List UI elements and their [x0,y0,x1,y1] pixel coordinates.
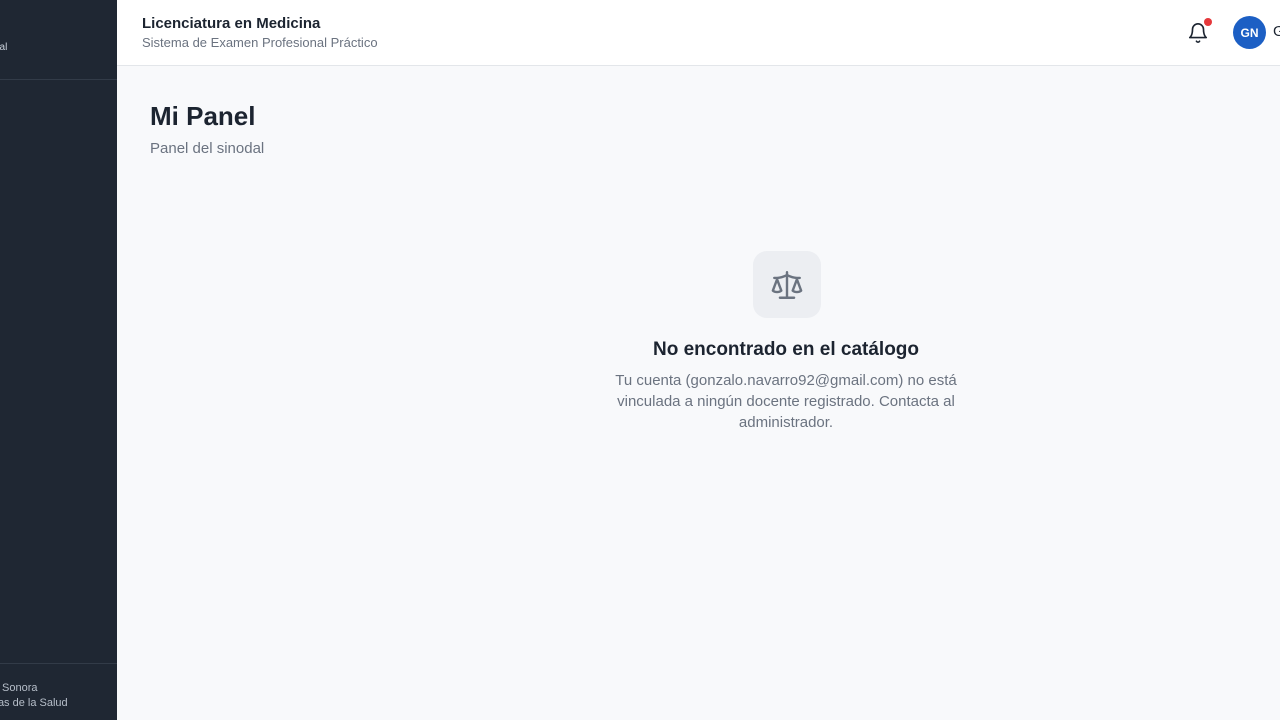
main-content: Mi Panel Panel del sinodal No encontrado… [117,66,1280,720]
sidebar-brand-text: nal [0,42,8,53]
empty-state-message: Tu cuenta (gonzalo.navarro92@gmail.com) … [615,372,957,431]
app-title: Licenciatura en Medicina [142,15,321,32]
page-subtitle: Panel del sinodal [150,140,265,157]
empty-state-icon-box [753,251,821,318]
empty-state-title: No encontrado en el catálogo [652,339,920,360]
sidebar-brand: nal [0,0,117,80]
user-name[interactable]: G [1273,23,1280,40]
top-bar: Licenciatura en Medicina Sistema de Exam… [117,0,1280,66]
sidebar-footer-line: Sonora [2,682,38,694]
notification-badge [1204,18,1212,26]
user-avatar[interactable]: GN [1233,16,1266,49]
scale-icon [771,270,803,299]
sidebar-footer-line: cias de la Salud [0,697,68,709]
app-subtitle: Sistema de Examen Profesional Práctico [142,35,378,50]
page-title: Mi Panel [150,101,256,131]
sidebar: nal Sonora cias de la Salud [0,0,117,720]
sidebar-footer: Sonora cias de la Salud [0,663,117,720]
